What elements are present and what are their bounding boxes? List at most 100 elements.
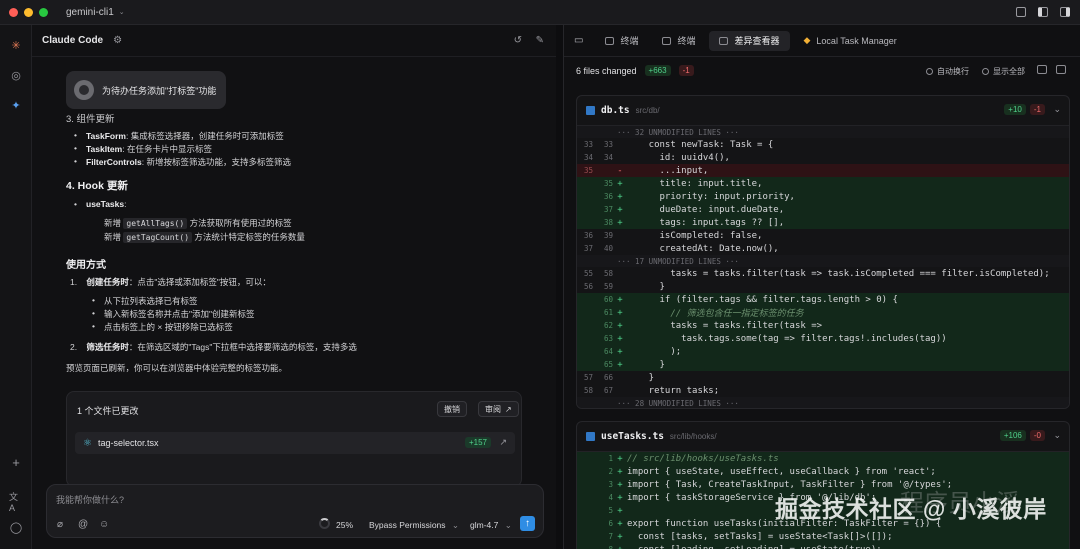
added-line: 62 + tasks = tasks.filter(task => (577, 319, 1069, 332)
tab-terminal-1[interactable]: 终端 (595, 31, 648, 51)
unmodified-lines-fold[interactable]: ··· 28 UNMODIFIED LINES ··· (577, 397, 1069, 408)
ordered-item: 1. 创建任务时：点击"选择或添加标签"按钮，可以： (70, 276, 271, 288)
send-button[interactable]: ↑ (520, 516, 535, 531)
review-button[interactable]: 审阅 ↗ (478, 401, 519, 417)
unified-view-icon[interactable] (1056, 65, 1066, 74)
watermark: 掘金技术社区 @ 小溪彼岸 (775, 496, 1047, 522)
diff-icon (719, 36, 729, 45)
chat-title: Claude Code (42, 35, 104, 46)
diff-sign: + (617, 204, 623, 215)
changes-title: 1 个文件已更改 (77, 406, 139, 416)
mode-select[interactable]: Bypass Permissions ⌄ (369, 520, 459, 531)
code-text: priority: input.priority, (627, 191, 795, 202)
diff-sign: + (613, 545, 627, 549)
section-heading: 3. 组件更新 (66, 114, 115, 125)
code-text: return tasks; (627, 385, 720, 396)
sidebar-toggle-icon[interactable] (1060, 7, 1070, 17)
unmodified-lines-fold[interactable]: ··· 32 UNMODIFIED LINES ··· (577, 126, 1069, 138)
new-line-number: 8 (597, 545, 613, 549)
code-text: ); (627, 346, 682, 357)
unmodified-lines-fold[interactable]: ··· 17 UNMODIFIED LINES ··· (577, 255, 1069, 267)
added-line: 38 + tags: input.tags ?? [], (577, 216, 1069, 229)
context-line: 57 66 } (577, 371, 1069, 384)
diff-sign: + (617, 505, 623, 516)
context-line: 36 39 isCompleted: false, (577, 229, 1069, 242)
diff-sign (613, 231, 627, 241)
added-line: 63 + task.tags.some(tag => filter.tags!.i… (577, 332, 1069, 345)
tab-diff-viewer[interactable]: 差异查看器 (709, 30, 790, 51)
diff-file-card: db.ts src/db/ +10 -1 ⌄ ··· 32 UNMODIFIED… (576, 95, 1070, 409)
chat-header: Claude Code ⚙ ↺ ✎ (32, 25, 556, 57)
open-file-icon[interactable]: ↗ (499, 437, 507, 448)
session-settings-icon[interactable]: ⚙ (113, 35, 122, 46)
model-select[interactable]: glm-4.7 ⌄ (470, 520, 512, 531)
new-line-number: 37 (603, 205, 613, 214)
mention-icon[interactable]: @ (78, 519, 88, 530)
diff-sign (613, 153, 627, 163)
add-icon[interactable]: + (9, 455, 23, 470)
new-line-number: 66 (603, 373, 613, 382)
translate-icon[interactable]: 文A (9, 492, 23, 513)
sub-list-item: 输入新标签名称并点击"添加"创建新标签 (92, 308, 255, 320)
account-icon[interactable]: ◯ (9, 520, 23, 534)
app-title: gemini-cli1 (66, 6, 114, 18)
code-text: id: uuidv4(), (627, 152, 730, 163)
diff-summary: 6 files changed +663 -1 (576, 65, 694, 76)
collapse-icon[interactable]: ⌄ (1053, 430, 1061, 441)
wrap-toggle[interactable]: 自动换行 (926, 66, 969, 77)
added-line: 37 + dueDate: input.dueDate, (577, 203, 1069, 216)
show-all-label: 显示全部 (993, 67, 1025, 76)
gemini-icon[interactable]: ✦ (9, 98, 23, 112)
show-all-toggle[interactable]: 显示全部 (982, 66, 1025, 77)
history-icon[interactable]: ◎ (9, 68, 23, 82)
added-lines-badge: +157 (464, 437, 491, 448)
tab-local-task-manager[interactable]: ◆ Local Task Manager (794, 31, 907, 51)
diff-sign: + (617, 492, 623, 503)
diff-panel: ▭ 终端 终端 差异查看器 ◆ Local Task Manager 6 file… (563, 25, 1080, 549)
radio-icon (926, 68, 933, 75)
history-icon[interactable]: ↺ (514, 35, 522, 46)
minimize-window-button[interactable] (24, 7, 33, 17)
code-text: createdAt: Date.now(), (627, 243, 779, 254)
chat-panel: Claude Code ⚙ ↺ ✎ 为待办任务添加"打标签"功能 3. 组件更新… (32, 25, 556, 549)
changed-file-row[interactable]: ⚛ tag-selector.tsx +157 ↗ (75, 432, 515, 454)
new-line-number: 38 (603, 218, 613, 227)
collapse-icon[interactable]: ⌄ (1053, 104, 1061, 115)
prompt-input-box[interactable]: 我能帮你做什么? ⌀ @ ☺ 25% Bypass Permissions ⌄ … (46, 484, 544, 538)
terminal-icon (662, 36, 672, 45)
diff-sign: + (617, 479, 623, 490)
folder-icon[interactable]: ▭ (574, 35, 583, 46)
model-label: glm-4.7 (470, 520, 499, 530)
undo-button[interactable]: 撤销 (437, 401, 467, 417)
claude-icon[interactable]: ✳ (9, 38, 23, 52)
added-line: 1 + // src/lib/hooks/useTasks.ts (577, 452, 1069, 465)
sub-list-item: 点击标签上的 × 按钮移除已选标签 (92, 321, 233, 333)
context-line: 34 34 id: uuidv4(), (577, 151, 1069, 164)
changes-card: 1 个文件已更改 撤销 审阅 ↗ ⚛ tag-selector.tsx +157 … (66, 391, 522, 487)
old-line-number: 58 (583, 386, 593, 395)
prompt-input[interactable]: 我能帮你做什么? (56, 493, 124, 506)
palette-icon[interactable]: ☺ (99, 519, 109, 530)
terminal-icon (605, 36, 615, 45)
attach-icon[interactable]: ⌀ (57, 519, 63, 530)
split-view-icon[interactable] (1038, 7, 1048, 17)
diff-file-header[interactable]: db.ts src/db/ +10 -1 ⌄ (577, 96, 1069, 126)
window-controls (9, 7, 48, 17)
diff-sign: + (617, 191, 623, 202)
react-icon: ⚛ (83, 437, 92, 449)
code-text: const [tasks, setTasks] = useState<Task[… (627, 531, 893, 542)
close-window-button[interactable] (9, 7, 18, 17)
split-view-icon[interactable] (1037, 65, 1047, 74)
zoom-window-button[interactable] (39, 7, 48, 17)
terminal-toggle-icon[interactable] (1016, 7, 1026, 17)
project-switcher[interactable]: gemini-cli1 ⌄ (66, 7, 125, 18)
new-line-number: 63 (603, 334, 613, 343)
diff-file-header[interactable]: useTasks.ts src/lib/hooks/ +106 -0 ⌄ (577, 422, 1069, 452)
new-chat-icon[interactable]: ✎ (536, 35, 544, 46)
user-message-text: 为待办任务添加"打标签"功能 (102, 85, 217, 96)
tab-terminal-2[interactable]: 终端 (652, 31, 705, 51)
inline-code: getTagCount() (123, 232, 193, 243)
sub-list-item: 新增 getTagCount() 方法统计特定标签的任务数量 (104, 231, 305, 243)
files-changed-count: 6 files changed (576, 65, 637, 76)
new-line-number: 3 (608, 480, 613, 489)
